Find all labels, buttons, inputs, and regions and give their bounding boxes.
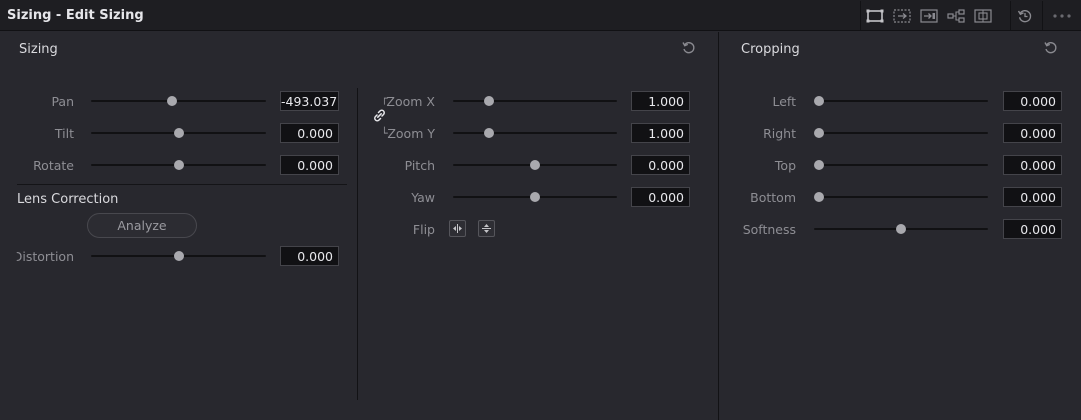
zoom-y-value-field[interactable]: 1.000 [631, 123, 690, 143]
cropping-reset-icon[interactable] [1043, 40, 1059, 56]
crop-bottom-slider-track[interactable] [814, 196, 988, 198]
edit-sizing-icon[interactable] [861, 3, 888, 29]
window-title: Sizing - Edit Sizing [7, 8, 144, 23]
distortion-value-field[interactable]: 0.000 [280, 246, 339, 266]
lens-correction-separator [17, 184, 347, 185]
crop-top-slider-knob[interactable] [814, 160, 824, 170]
more-options-icon[interactable] [1044, 3, 1080, 29]
crop-top-value-field[interactable]: 0.000 [1003, 155, 1062, 175]
rotate-control: Rotate 0.000 [0, 154, 345, 176]
crop-softness-control: Softness 0.000 [719, 218, 1069, 240]
cropping-title: Cropping [741, 42, 800, 57]
distortion-control: Distortion 0.000 [0, 245, 345, 267]
crop-softness-slider-knob[interactable] [896, 224, 906, 234]
crop-bottom-label: Bottom [750, 190, 796, 205]
rotate-slider-knob[interactable] [173, 160, 184, 170]
crop-left-label: Left [772, 94, 796, 109]
yaw-slider-knob[interactable] [530, 192, 540, 202]
node-sizing-icon[interactable] [942, 3, 969, 29]
pitch-value-field[interactable]: 0.000 [631, 155, 690, 175]
rotate-label: Rotate [33, 158, 74, 173]
image-stabilization-icon[interactable] [969, 3, 996, 29]
sizing-title: Sizing [19, 42, 58, 57]
pan-value-field[interactable]: -493.037 [280, 91, 339, 111]
pan-control: Pan -493.037 [0, 90, 345, 112]
lens-correction-title: Lens Correction [17, 192, 119, 207]
tilt-value-field[interactable]: 0.000 [280, 123, 339, 143]
crop-left-control: Left 0.000 [719, 90, 1069, 112]
analyze-button[interactable]: Analyze [87, 213, 197, 238]
crop-right-slider-knob[interactable] [814, 128, 824, 138]
input-sizing-icon[interactable] [915, 3, 942, 29]
crop-bottom-slider-knob[interactable] [814, 192, 824, 202]
crop-right-control: Right 0.000 [719, 122, 1069, 144]
crop-left-value-field[interactable]: 0.000 [1003, 91, 1062, 111]
zoom-x-slider-knob[interactable] [483, 96, 494, 106]
flip-horizontal-icon [453, 224, 462, 233]
reset-toolbar [1010, 1, 1038, 30]
tilt-control: Tilt 0.000 [0, 122, 345, 144]
pitch-control: Pitch 0.000 [358, 154, 698, 176]
yaw-value-field[interactable]: 0.000 [631, 187, 690, 207]
yaw-label: Yaw [411, 190, 435, 205]
flip-label: Flip [412, 222, 435, 237]
flip-control: Flip [358, 218, 698, 240]
tilt-label: Tilt [54, 126, 74, 141]
sizing-reset-icon[interactable] [681, 40, 697, 56]
pitch-label: Pitch [404, 158, 435, 173]
zoom-y-slider-knob[interactable] [483, 128, 494, 138]
title-bar: Sizing - Edit Sizing [0, 0, 1081, 31]
pan-slider-knob[interactable] [166, 96, 177, 106]
crop-softness-label: Softness [742, 222, 796, 237]
crop-bottom-control: Bottom 0.000 [719, 186, 1069, 208]
pitch-slider-knob[interactable] [530, 160, 540, 170]
pan-slider-track[interactable] [91, 100, 266, 102]
crop-softness-value-field[interactable]: 0.000 [1003, 219, 1062, 239]
more-options-toolbar [1042, 1, 1081, 30]
flip-vertical-button[interactable] [478, 220, 495, 237]
yaw-control: Yaw 0.000 [358, 186, 698, 208]
zoom-x-label: Zoom X [386, 94, 435, 109]
zoom-x-slider-track[interactable] [453, 100, 617, 102]
zoom-y-control: Zoom Y 1.000 [358, 122, 698, 144]
crop-left-slider-knob[interactable] [814, 96, 824, 106]
distortion-label: Distortion [12, 249, 74, 264]
zoom-x-value-field[interactable]: 1.000 [631, 91, 690, 111]
crop-right-slider-track[interactable] [814, 132, 988, 134]
flip-vertical-icon [482, 224, 491, 233]
crop-top-slider-track[interactable] [814, 164, 988, 166]
crop-bottom-value-field[interactable]: 0.000 [1003, 187, 1062, 207]
reset-all-icon[interactable] [1011, 3, 1038, 29]
zoom-y-slider-track[interactable] [453, 132, 617, 134]
flip-horizontal-button[interactable] [449, 220, 466, 237]
tilt-slider-knob[interactable] [173, 128, 184, 138]
zoom-y-label: Zoom Y [387, 126, 435, 141]
output-sizing-icon[interactable] [888, 3, 915, 29]
rotate-value-field[interactable]: 0.000 [280, 155, 339, 175]
distortion-slider-knob[interactable] [173, 251, 184, 261]
crop-right-label: Right [763, 126, 796, 141]
pan-label: Pan [51, 94, 74, 109]
sizing-mode-toolbar [860, 1, 996, 30]
crop-left-slider-track[interactable] [814, 100, 988, 102]
zoom-x-control: Zoom X 1.000 [358, 90, 698, 112]
crop-top-label: Top [774, 158, 796, 173]
crop-top-control: Top 0.000 [719, 154, 1069, 176]
crop-right-value-field[interactable]: 0.000 [1003, 123, 1062, 143]
